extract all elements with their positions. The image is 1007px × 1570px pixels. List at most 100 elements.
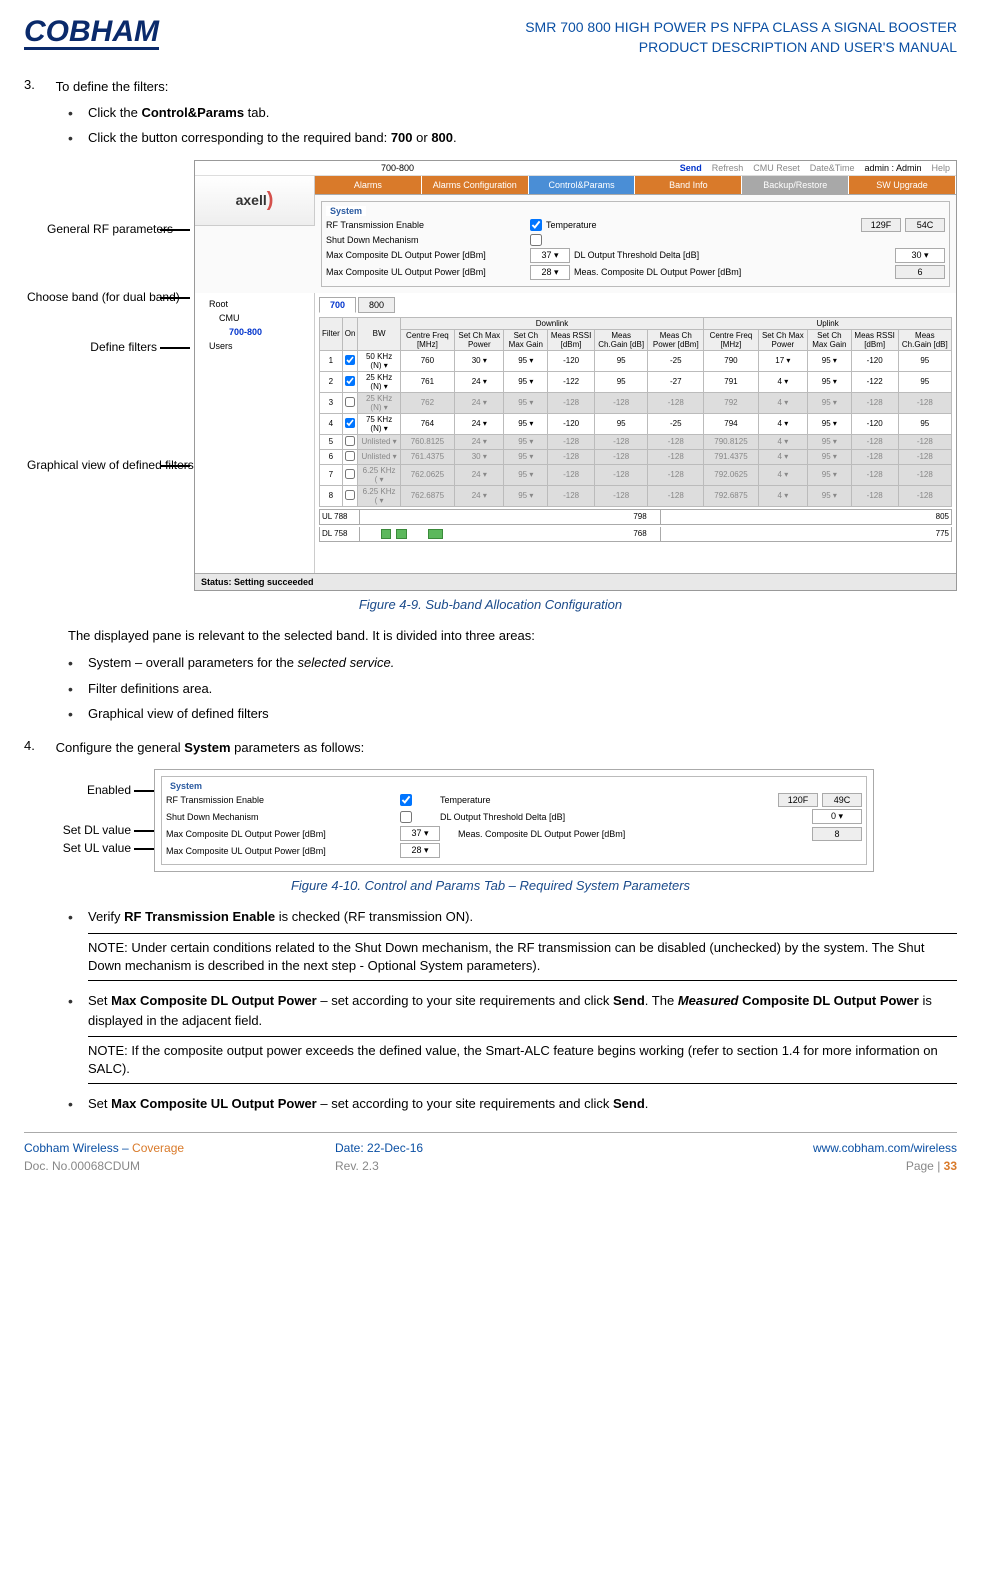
note-2: NOTE: If the composite output power exce… [88, 1036, 957, 1084]
steps-list: 3. To define the filters: Click the Cont… [24, 77, 957, 148]
body2-b2: Set Max Composite DL Output Power – set … [68, 991, 957, 1030]
mdl2-select[interactable]: 37 ▾ [400, 826, 440, 841]
table-row[interactable]: 5Unlisted ▾760.812524 ▾95 ▾-128-128-1287… [320, 434, 952, 449]
screenshot1-callouts: General RF parameters Choose band (for d… [24, 160, 194, 520]
table-row[interactable]: 86.25 KHz ( ▾762.687524 ▾95 ▾-128-128-12… [320, 485, 952, 506]
table-row[interactable]: 225 KHz (N) ▾76124 ▾95 ▾-12295-277914 ▾9… [320, 371, 952, 392]
table-row[interactable]: 325 KHz (N) ▾76224 ▾95 ▾-128-128-1287924… [320, 392, 952, 413]
meas-dl-value: 6 [895, 265, 945, 279]
tab-band-info[interactable]: Band Info [635, 176, 742, 194]
max-ul-select[interactable]: 28 ▾ [530, 265, 570, 280]
page-footer: Cobham Wireless – Coverage Doc. No.00068… [24, 1132, 957, 1173]
tab-alarms-config[interactable]: Alarms Configuration [422, 176, 529, 194]
app-topbar: 700-800 Send Refresh CMU Reset Date&Time… [195, 161, 956, 176]
rf-enable-checkbox[interactable] [530, 219, 542, 231]
dth2-select[interactable]: 0 ▾ [812, 809, 862, 824]
callout-set-dl: Set DL value [63, 823, 154, 837]
body2-bullets: Verify RF Transmission Enable is checked… [24, 907, 957, 927]
tree-cmu[interactable]: CMU [199, 311, 310, 325]
screenshot-2: System RF Transmission Enable Temperatur… [154, 769, 874, 872]
tree-users[interactable]: Users [199, 339, 310, 353]
tab-sw-upgrade[interactable]: SW Upgrade [849, 176, 956, 194]
shutdown-label: Shut Down Mechanism [326, 235, 526, 245]
temp2-c: 49C [822, 793, 862, 807]
body-para1: The displayed pane is relevant to the se… [68, 626, 957, 646]
step3-bullet2: Click the button corresponding to the re… [68, 128, 957, 148]
screenshot-2-wrap: Enabled Set DL value Set UL value System… [24, 769, 957, 872]
max-ul-label: Max Composite UL Output Power [dBm] [326, 267, 526, 277]
dl-graph-row: DL 758 768 775 [319, 527, 952, 542]
temp2-label: Temperature [440, 795, 530, 805]
table-row[interactable]: 6Unlisted ▾761.437530 ▾95 ▾-128-128-1287… [320, 449, 952, 464]
main-tabs: Alarms Alarms Configuration Control&Para… [315, 176, 956, 195]
temp-c-value: 54C [905, 218, 945, 232]
step-3-number: 3. [24, 77, 52, 92]
callout-choose-band: Choose band (for dual band) [27, 290, 190, 304]
doc-title: SMR 700 800 HIGH POWER PS NFPA CLASS A S… [525, 18, 957, 57]
meas-dl-label: Meas. Composite DL Output Power [dBm] [574, 267, 804, 277]
table-row[interactable]: 150 KHz (N) ▾76030 ▾95 ▾-12095-2579017 ▾… [320, 350, 952, 371]
system-fieldset: System RF Transmission Enable Temperatur… [321, 201, 950, 287]
callout-define-filters: Define filters [90, 340, 190, 354]
footer-rev: Rev. 2.3 [335, 1159, 646, 1173]
tab-alarms[interactable]: Alarms [315, 176, 422, 194]
body1-b3: Graphical view of defined filters [68, 704, 957, 724]
footer-brand: Cobham Wireless [24, 1141, 119, 1155]
main-panel: 700 800 Filter On BW Downlink Uplink [315, 293, 956, 573]
refresh-link[interactable]: Refresh [712, 163, 744, 173]
max-dl-select[interactable]: 37 ▾ [530, 248, 570, 263]
figure-4-9-caption: Figure 4-9. Sub-band Allocation Configur… [24, 597, 957, 612]
footer-url: www.cobham.com/wireless [646, 1141, 957, 1155]
step-4-number: 4. [24, 738, 52, 753]
ul-graph-row: UL 788 798 805 [319, 509, 952, 525]
tab-control-params[interactable]: Control&Params [529, 176, 636, 194]
body1-bullets: System – overall parameters for the sele… [24, 653, 957, 724]
mcd2-value: 8 [812, 827, 862, 841]
dl-thresh-label: DL Output Threshold Delta [dB] [574, 250, 774, 260]
mcd2-label: Meas. Composite DL Output Power [dBm] [458, 829, 718, 839]
shutdown-checkbox[interactable] [530, 234, 542, 246]
mul2-select[interactable]: 28 ▾ [400, 843, 440, 858]
band-subtabs: 700 800 [319, 297, 952, 313]
system-title: System [326, 206, 366, 216]
mul2-label: Max Composite UL Output Power [dBm] [166, 846, 396, 856]
temperature-label: Temperature [546, 220, 636, 230]
sd2-checkbox[interactable] [400, 811, 412, 823]
datetime-link[interactable]: Date&Time [810, 163, 855, 173]
filter-table: Filter On BW Downlink Uplink Centre Freq… [319, 317, 952, 507]
footer-page: Page | 33 [646, 1159, 957, 1173]
max-dl-label: Max Composite DL Output Power [dBm] [326, 250, 526, 260]
callout-graphical-view: Graphical view of defined filters [27, 458, 190, 472]
nav-tree: Root CMU 700-800 Users [195, 293, 315, 573]
cobham-logo: COBHAM [24, 18, 159, 50]
table-row[interactable]: 475 KHz (N) ▾76424 ▾95 ▾-12095-257944 ▾9… [320, 413, 952, 434]
callout-enabled: Enabled [87, 783, 154, 797]
tab-backup-restore[interactable]: Backup/Restore [742, 176, 849, 194]
sd2-label: Shut Down Mechanism [166, 812, 396, 822]
doc-title-line1: SMR 700 800 HIGH POWER PS NFPA CLASS A S… [525, 18, 957, 38]
send-link[interactable]: Send [680, 163, 702, 173]
note-1: NOTE: Under certain conditions related t… [88, 933, 957, 981]
table-row[interactable]: 76.25 KHz ( ▾762.062524 ▾95 ▾-128-128-12… [320, 464, 952, 485]
temp-f-value: 129F [861, 218, 901, 232]
page: COBHAM SMR 700 800 HIGH POWER PS NFPA CL… [0, 0, 1007, 1191]
page-header: COBHAM SMR 700 800 HIGH POWER PS NFPA CL… [24, 18, 957, 57]
temp2-f: 120F [778, 793, 818, 807]
rf-enable-label: RF Transmission Enable [326, 220, 526, 230]
help-link[interactable]: Help [931, 163, 950, 173]
step-3-text: To define the filters: [56, 77, 957, 97]
screenshot-1: 700-800 Send Refresh CMU Reset Date&Time… [194, 160, 957, 591]
tree-root[interactable]: Root [199, 297, 310, 311]
dl-thresh-select[interactable]: 30 ▾ [895, 248, 945, 263]
cmu-reset-link[interactable]: CMU Reset [753, 163, 800, 173]
body1-b1: System – overall parameters for the sele… [68, 653, 957, 673]
step3-bullet1: Click the Control&Params tab. [68, 103, 957, 123]
admin-label: admin : Admin [864, 163, 921, 173]
status-bar: Status: Setting succeeded [195, 573, 956, 590]
subtab-800[interactable]: 800 [358, 297, 395, 313]
screenshot-1-wrap: General RF parameters Choose band (for d… [24, 160, 957, 591]
rf2-checkbox[interactable] [400, 794, 412, 806]
footer-coverage: Coverage [132, 1141, 184, 1155]
tree-700-800[interactable]: 700-800 [199, 325, 310, 339]
subtab-700[interactable]: 700 [319, 297, 356, 313]
